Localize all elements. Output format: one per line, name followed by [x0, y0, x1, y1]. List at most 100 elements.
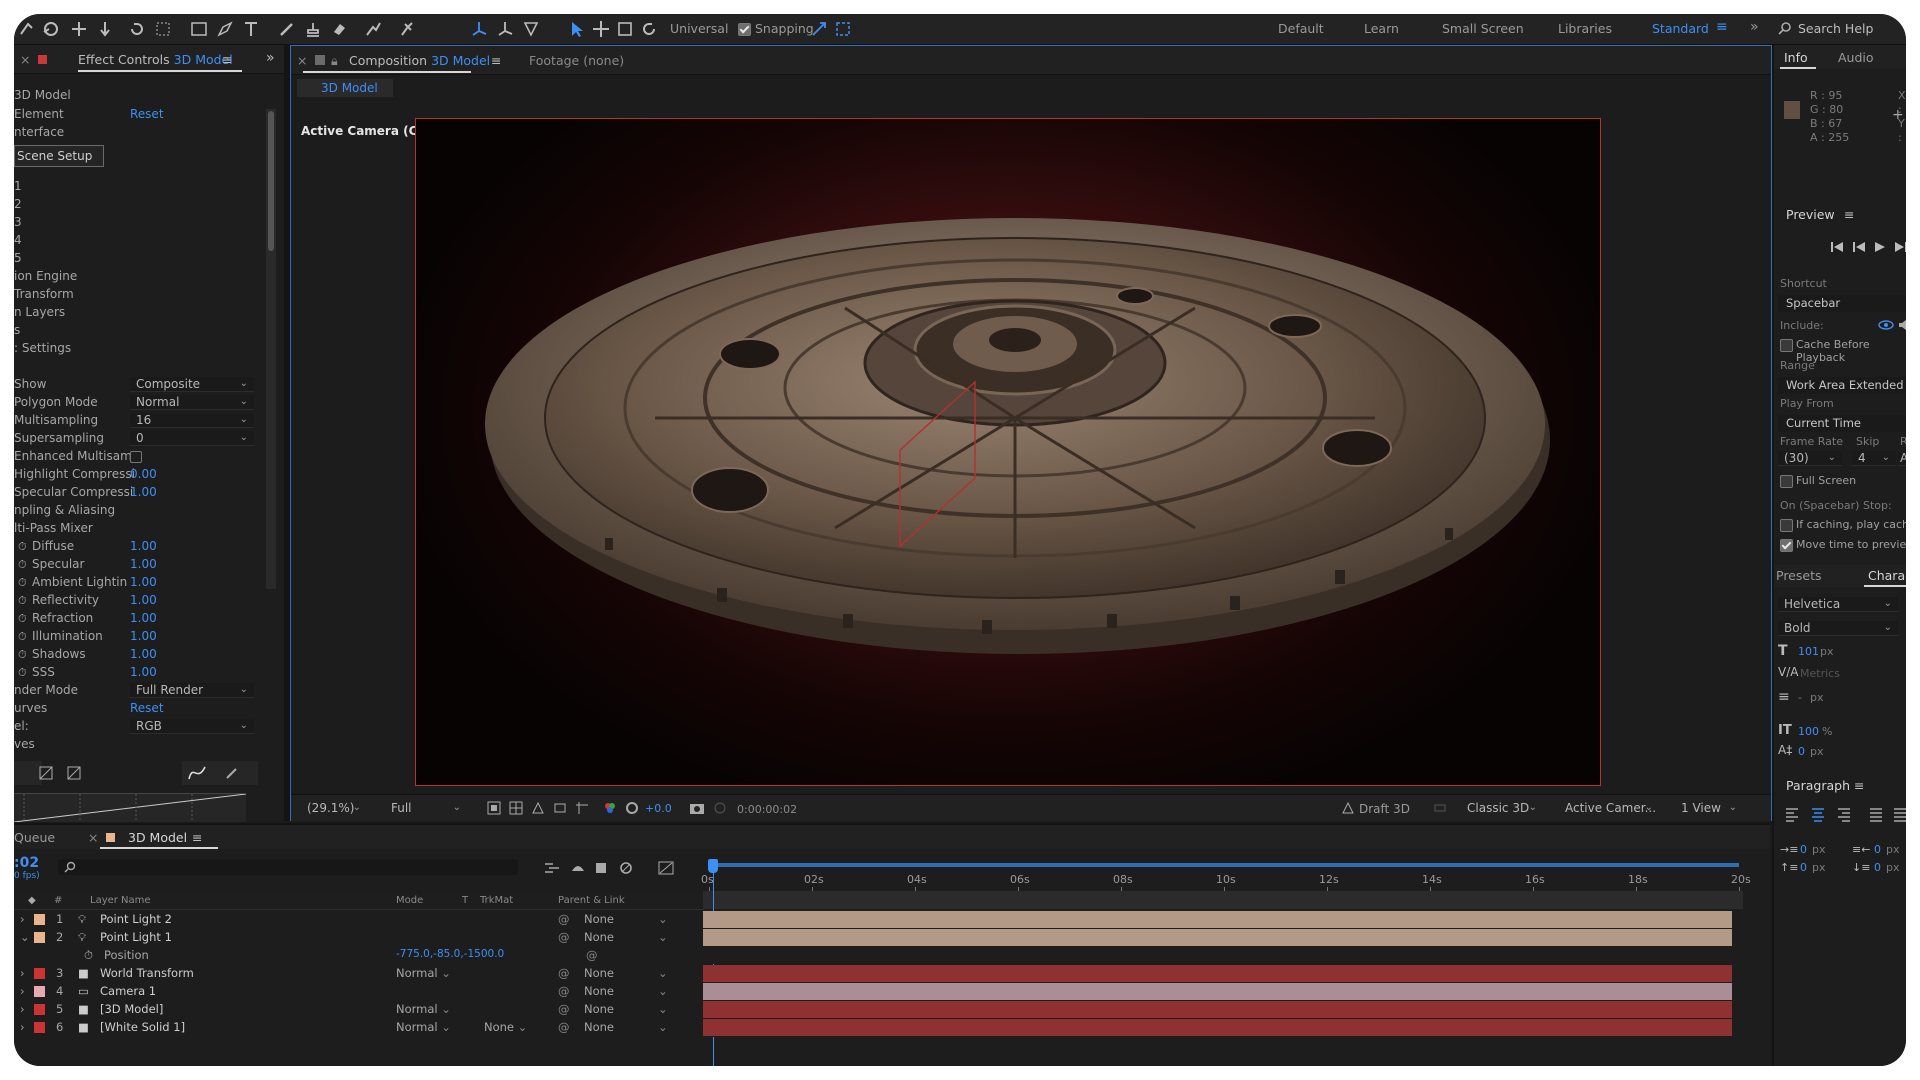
align-center-icon[interactable] [1812, 808, 1824, 822]
supersampling-dropdown[interactable]: 0 ⌄ [130, 431, 254, 446]
camera-view-dropdown[interactable]: Active Camer... ⌄ [1559, 801, 1659, 816]
pickwhip-icon[interactable]: @ [558, 1020, 570, 1034]
region-of-interest-icon[interactable] [553, 801, 567, 815]
mixer-2-value[interactable]: 1.00 [130, 557, 157, 571]
frame-rate-dropdown[interactable]: (30) ⌄ [1778, 451, 1842, 466]
tab-composition[interactable]: Composition 3D Model [349, 53, 490, 68]
curve-reset-icon[interactable] [38, 765, 54, 781]
tab-presets[interactable]: Presets [1776, 568, 1822, 583]
pen-tool-icon[interactable] [216, 20, 234, 38]
space-after-value[interactable]: 0 [1874, 861, 1881, 874]
brush-tool-icon[interactable] [278, 20, 296, 38]
stopwatch-icon[interactable]: ⏱ [18, 576, 27, 590]
section-settings[interactable]: : Settings [14, 341, 71, 355]
timeline-menu-icon[interactable]: ≡ [192, 830, 202, 845]
leading-value[interactable]: - [1798, 691, 1802, 704]
mixer-5-value[interactable]: 1.00 [130, 611, 157, 625]
pickwhip-icon[interactable]: @ [558, 912, 570, 926]
layer-mode-dropdown[interactable]: Normal ⌄ [396, 966, 451, 980]
font-style-dropdown[interactable]: Bold ⌄ [1778, 621, 1898, 636]
play-from-dropdown[interactable]: Current Time [1778, 415, 1906, 432]
play-icon[interactable] [1874, 241, 1886, 253]
layer-trkmat-dropdown[interactable]: None ⌄ [484, 1020, 527, 1034]
pencil-curve-icon[interactable] [224, 765, 240, 781]
baseline-shift-value[interactable]: 0 [1798, 745, 1805, 758]
snapshot-camera-icon[interactable] [689, 801, 705, 815]
layer-parent-dropdown[interactable]: None [584, 1020, 614, 1034]
graph-editor-icon[interactable] [658, 861, 674, 875]
comp-panel-menu-icon[interactable]: ≡ [491, 53, 501, 68]
viewport-canvas[interactable] [415, 118, 1601, 786]
layer-label-color[interactable] [34, 932, 45, 943]
align-right-icon[interactable] [1838, 808, 1850, 822]
undo-rotate-icon[interactable] [128, 20, 146, 38]
include-video-icon[interactable] [1878, 320, 1894, 330]
view-layout-dropdown[interactable]: 1 View ⌄ [1675, 801, 1743, 816]
tab-render-queue[interactable]: Queue [14, 830, 55, 845]
layer-name[interactable]: World Transform [100, 966, 194, 980]
draft-3d-icon[interactable] [1341, 801, 1355, 815]
close-comp-tab-icon[interactable]: × [297, 53, 307, 68]
panel-overflow-icon[interactable]: » [266, 50, 275, 66]
shy-layers-icon[interactable] [570, 861, 586, 875]
layer-row[interactable]: › 4 ▭ Camera 1 @ None ⌄ [14, 983, 704, 1001]
curve-open-icon[interactable] [66, 765, 82, 781]
extended-viewer-icon[interactable] [1433, 801, 1447, 815]
dolly-tool-icon[interactable] [96, 20, 114, 38]
position-stopwatch-icon[interactable]: ⏱ [84, 948, 93, 963]
close-timeline-tab-icon[interactable]: × [88, 830, 98, 845]
sampling-aliasing-label[interactable]: npling & Aliasing [14, 503, 115, 517]
mask-visibility-icon[interactable] [531, 801, 545, 815]
reset-exposure-icon[interactable] [625, 801, 639, 815]
stopwatch-icon[interactable]: ⏱ [18, 612, 27, 626]
stopwatch-icon[interactable]: ⏱ [18, 540, 27, 554]
expand-chevron-icon[interactable]: › [20, 984, 25, 998]
element-reset-link[interactable]: Reset [130, 107, 164, 121]
layer-parent-dropdown[interactable]: None [584, 966, 614, 980]
layer-mode-dropdown[interactable]: Normal ⌄ [396, 1020, 451, 1034]
snapping-checkbox[interactable] [738, 23, 751, 36]
multipass-mixer-label[interactable]: lti-Pass Mixer [14, 521, 93, 535]
expand-chevron-icon[interactable]: › [20, 966, 25, 980]
expand-chevron-icon[interactable]: › [20, 1020, 25, 1034]
layer-name[interactable]: Point Light 2 [100, 912, 172, 926]
paragraph-menu-icon[interactable]: ≡ [1854, 778, 1864, 793]
current-timecode[interactable]: 0:00:00:02 [737, 803, 797, 816]
stopwatch-icon[interactable]: ⏱ [18, 648, 27, 662]
position-pickwhip-icon[interactable]: @ [586, 948, 598, 962]
workspace-learn[interactable]: Learn [1364, 21, 1399, 36]
workspace-menu-icon[interactable]: ≡ [1716, 19, 1728, 35]
layer-label-color[interactable] [34, 914, 45, 925]
section-s[interactable]: s [14, 323, 20, 337]
stopwatch-icon[interactable]: ⏱ [18, 666, 27, 680]
layer-name[interactable]: [3D Model] [100, 1002, 163, 1016]
layer-label-color[interactable] [34, 968, 45, 979]
workspace-small-screen[interactable]: Small Screen [1442, 21, 1524, 36]
layer-duration-bar[interactable] [703, 983, 1732, 1001]
text-tool-icon[interactable] [242, 20, 260, 38]
workspace-overflow-icon[interactable]: » [1750, 19, 1759, 35]
resolution-dropdown[interactable]: Full ⌄ [385, 801, 467, 816]
preview-menu-icon[interactable]: ≡ [1844, 207, 1854, 222]
clone-stamp-tool-icon[interactable] [304, 20, 322, 38]
frame-blending-icon[interactable] [594, 861, 610, 875]
section-transform[interactable]: Transform [14, 287, 74, 301]
anchor-tool-icon[interactable] [154, 20, 172, 38]
section-layers[interactable]: n Layers [14, 305, 65, 319]
rectangle-tool-icon[interactable] [190, 20, 208, 38]
font-family-dropdown[interactable]: Helvetica ⌄ [1778, 597, 1898, 612]
layer-duration-bar[interactable] [703, 1001, 1732, 1019]
timeline-timecode[interactable]: :02 [14, 855, 39, 871]
expand-chevron-icon[interactable]: › [20, 912, 25, 926]
scene-setup-button[interactable]: Scene Setup [14, 145, 104, 167]
tab-character[interactable]: Character [1868, 568, 1906, 583]
snap-grid-icon[interactable] [834, 20, 852, 38]
layer-name[interactable]: Point Light 1 [100, 930, 172, 944]
rotate-3d-tool-icon[interactable] [640, 20, 658, 38]
show-snapshot-icon[interactable] [713, 801, 727, 815]
vertical-scale-value[interactable]: 100 [1798, 725, 1819, 738]
layer-duration-bar[interactable] [703, 929, 1732, 947]
layer-mode-dropdown[interactable]: Normal ⌄ [396, 1002, 451, 1016]
layer-row[interactable]: › 3 ■ World Transform Normal ⌄ @ None ⌄ [14, 965, 704, 983]
roto-brush-tool-icon[interactable] [364, 20, 382, 38]
